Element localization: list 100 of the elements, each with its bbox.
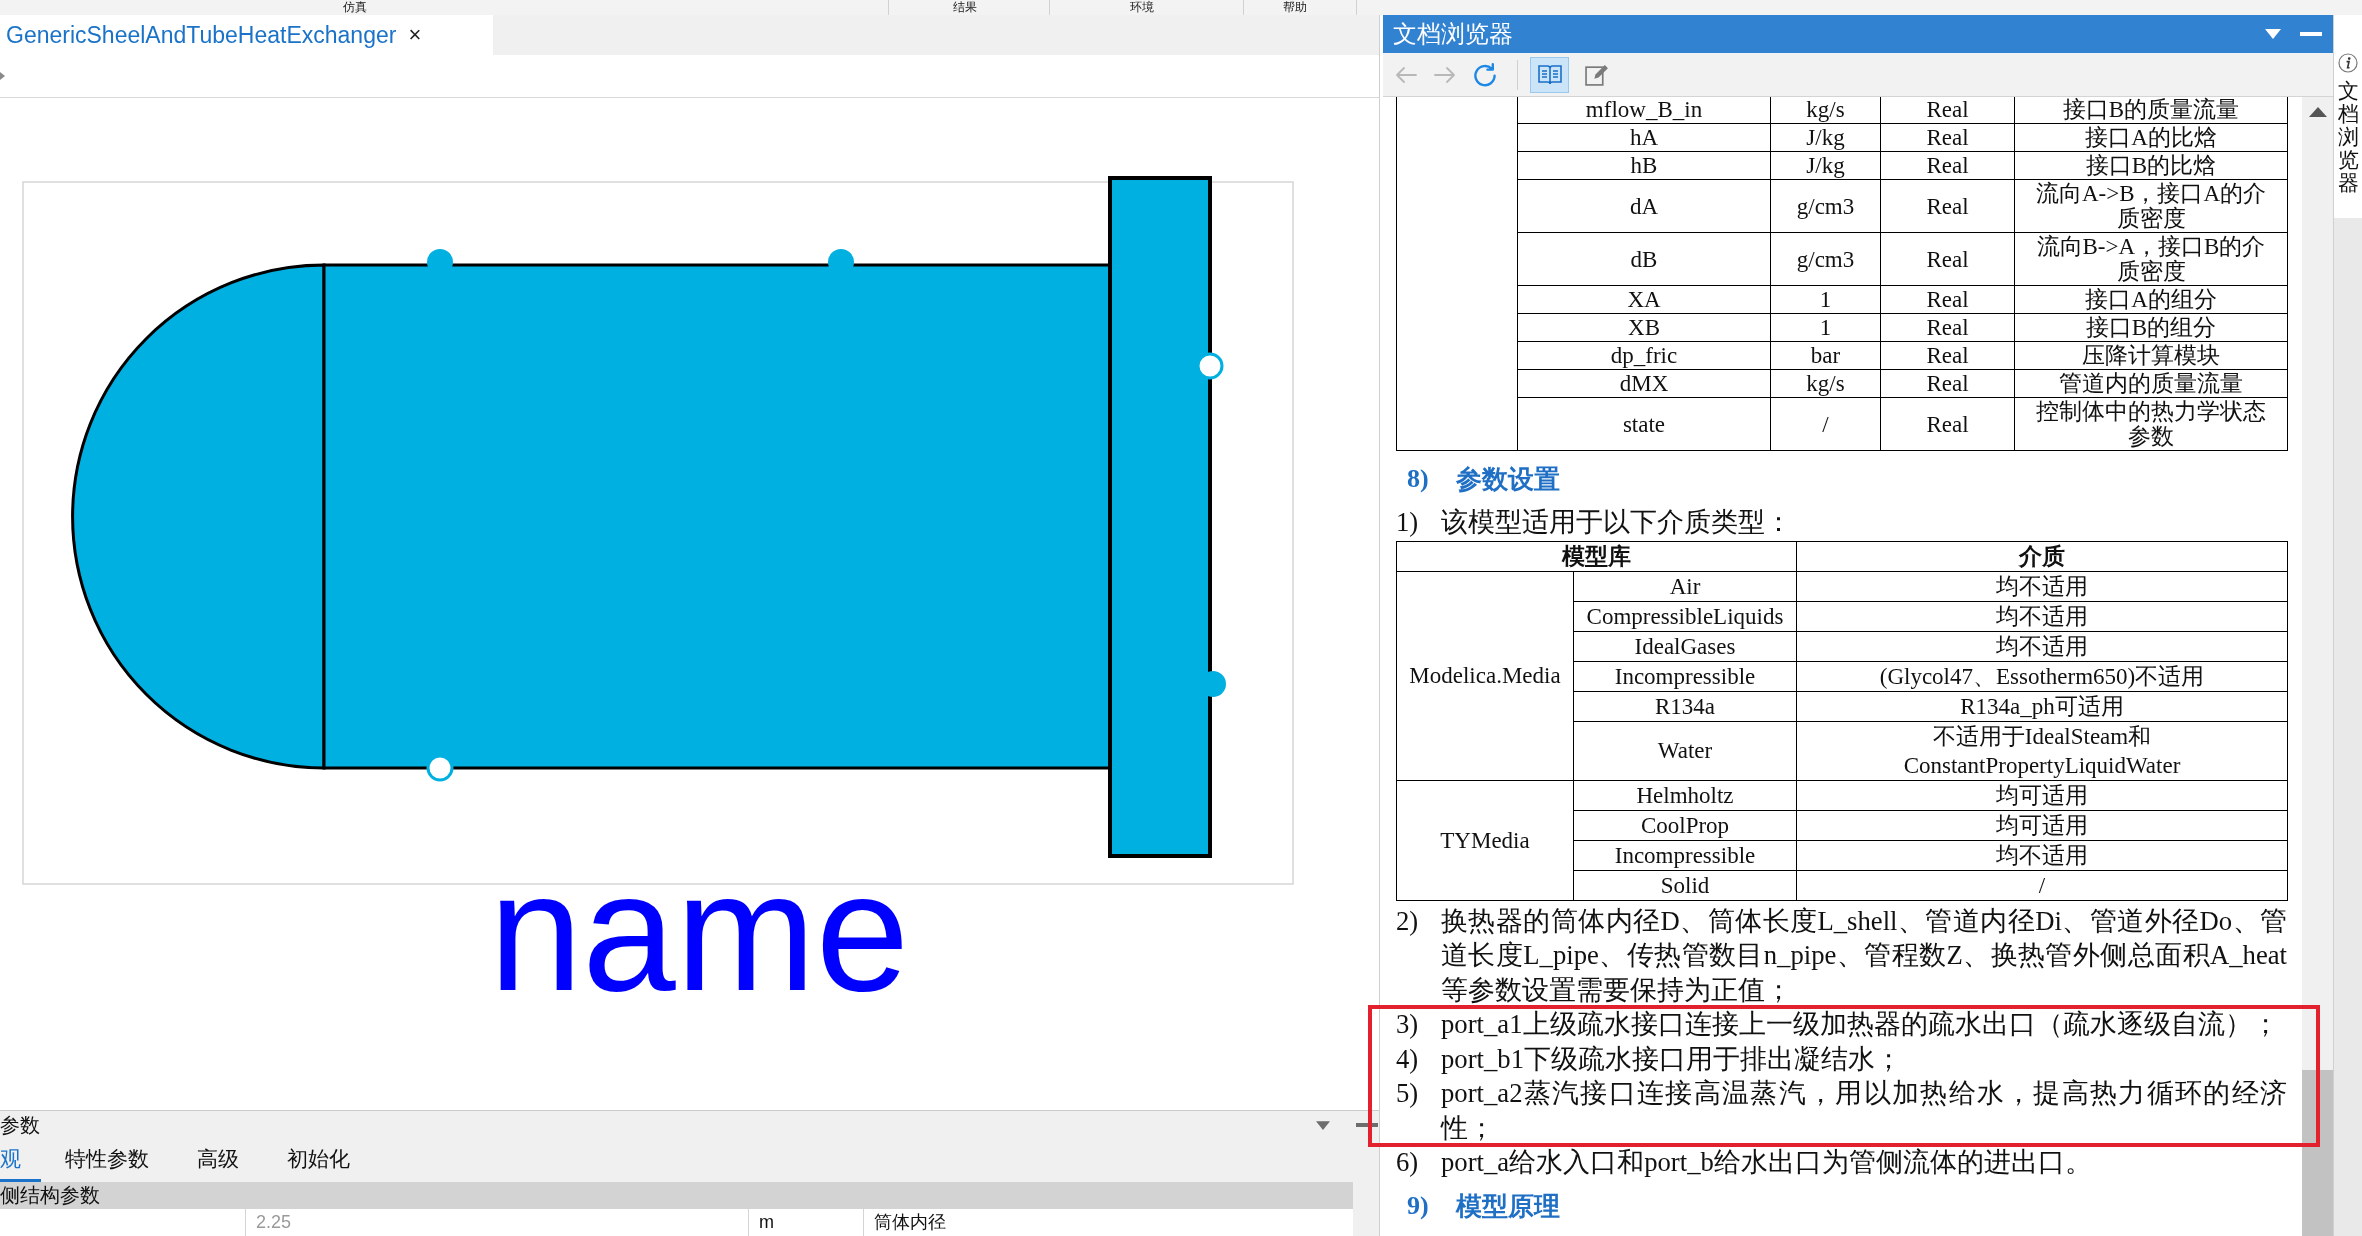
scroll-up-icon[interactable] <box>2308 107 2327 117</box>
table-cell: 接口B的质量流量 <box>2014 97 2288 124</box>
table-cell: kg/s <box>1770 97 1881 124</box>
refresh-icon[interactable] <box>1473 62 1497 87</box>
scrollbar-thumb[interactable] <box>2302 1070 2333 1236</box>
table-cell: Real <box>1880 123 2015 152</box>
table-cell: 控制体中的热力学状态参数 <box>2014 397 2288 451</box>
table-cell: Real <box>1880 179 2015 233</box>
table-cell: 1 <box>1770 285 1881 314</box>
editor-tab[interactable]: GenericSheelAndTubeHeatExchanger × <box>0 15 493 55</box>
table-cell: 1 <box>1770 313 1881 342</box>
list-item-text: port_a给水入口和port_b给水出口为管侧流体的进出口。 <box>1441 1146 2093 1179</box>
table-cell: CompressibleLiquids <box>1573 601 1797 631</box>
table-cell: dMX <box>1517 369 1771 398</box>
table-cell: Incompressible <box>1573 840 1797 870</box>
table-cell: g/cm3 <box>1770 179 1881 233</box>
table-cell: Water <box>1573 721 1797 780</box>
table-header: 模型库 <box>1396 541 1797 571</box>
table-cell: 不适用于IdealSteam和ConstantPropertyLiquidWater <box>1796 721 2288 780</box>
table-cell: Real <box>1880 151 2015 180</box>
table-cell: 压降计算模块 <box>2014 341 2288 370</box>
section-number: 8) <box>1407 463 1430 495</box>
list-item-text: port_a1上级疏水接口连接上一级加热器的疏水出口（疏水逐级自流）； <box>1441 1008 2280 1041</box>
list-number: 6) <box>1396 1146 1420 1179</box>
table-cell: 筒体内径 <box>863 1209 1353 1236</box>
group-header: 侧结构参数 <box>0 1182 1353 1209</box>
table-cell: dB <box>1517 232 1771 286</box>
list-item-text: port_b1下级疏水接口用于排出凝结水； <box>1441 1042 1904 1076</box>
table-cell: IdealGases <box>1573 631 1797 661</box>
table-cell: kg/s <box>1770 369 1881 398</box>
menu-item[interactable]: 结果 <box>935 0 995 15</box>
section-heading: 参数设置 <box>1456 463 1560 496</box>
table-cell: J/kg <box>1770 151 1881 180</box>
dropdown-icon[interactable] <box>2265 29 2281 39</box>
param-tab[interactable]: 特性参数 <box>41 1139 173 1182</box>
dropdown-icon[interactable] <box>1316 1120 1330 1130</box>
table-cell: Incompressible <box>1573 661 1797 691</box>
table-cell: 均可适用 <box>1796 780 2288 810</box>
menu-item[interactable]: 帮助 <box>1265 0 1325 15</box>
table-cell: 接口A的组分 <box>2014 285 2288 314</box>
param-tab[interactable]: 初始化 <box>263 1139 374 1182</box>
table-cell: m <box>748 1209 863 1236</box>
table-cell: hB <box>1517 151 1771 180</box>
table-cell: / <box>1796 870 2288 900</box>
table-cell: R134a <box>1573 691 1797 721</box>
table-cell: 流向B->A，接口B的介质密度 <box>2014 232 2288 286</box>
table-cell: R134a_ph可适用 <box>1796 691 2288 721</box>
table-cell: (Glycol47、Essotherm650)不适用 <box>1796 661 2288 691</box>
table-cell: TYMedia <box>1396 780 1574 900</box>
list-number: 3) <box>1396 1008 1420 1041</box>
table-cell: 管道内的质量流量 <box>2014 369 2288 398</box>
table-cell: Real <box>1880 397 2015 451</box>
edit-icon <box>1584 63 1609 86</box>
panel-title: 文档浏览器 <box>1393 19 1513 49</box>
table-cell: Real <box>1880 369 2015 398</box>
list-number: 4) <box>1396 1042 1420 1076</box>
table-cell: Modelica.Media <box>1396 571 1574 780</box>
table-cell: / <box>1770 397 1881 451</box>
section-number: 9) <box>1407 1189 1430 1222</box>
table-cell: 均不适用 <box>1796 840 2288 870</box>
table-cell: 接口A的比焓 <box>2014 123 2288 152</box>
list-item-text: 该模型适用于以下介质类型： <box>1441 506 1793 539</box>
table-cell: g/cm3 <box>1770 232 1881 286</box>
panel-title: 参数 <box>0 1112 40 1138</box>
menu-item[interactable]: 仿真 <box>325 0 385 15</box>
table-cell: 接口B的比焓 <box>2014 151 2288 180</box>
expand-arrow-icon[interactable] <box>0 71 6 81</box>
table-cell: 流向A->B，接口A的介质密度 <box>2014 179 2288 233</box>
table-cell: bar <box>1770 341 1881 370</box>
table-cell: dA <box>1517 179 1771 233</box>
table-cell: dp_fric <box>1517 341 1771 370</box>
table-cell: 均不适用 <box>1796 601 2288 631</box>
table-cell: CoolProp <box>1573 810 1797 840</box>
list-number: 2) <box>1396 904 1420 938</box>
table-cell: Real <box>1880 285 2015 314</box>
section-heading: 模型原理 <box>1456 1189 1560 1223</box>
reading-view-button[interactable] <box>1530 56 1569 93</box>
table-cell: state <box>1517 397 1771 451</box>
table-cell: hA <box>1517 123 1771 152</box>
table-cell: Real <box>1880 232 2015 286</box>
table-cell: 接口B的组分 <box>2014 313 2288 342</box>
menu-item[interactable]: 环境 <box>1112 0 1172 15</box>
table-cell: mflow_B_in <box>1517 97 1771 124</box>
list-number: 5) <box>1396 1077 1420 1110</box>
table-cell: Real <box>1880 341 2015 370</box>
close-button[interactable]: × <box>408 22 422 48</box>
table-cell: 均不适用 <box>1796 571 2288 601</box>
list-number: 1) <box>1396 506 1420 539</box>
table-cell: Real <box>1880 313 2015 342</box>
param-tab[interactable]: 高级 <box>173 1139 263 1182</box>
side-panel-tab[interactable]: 文档浏览器 <box>2334 15 2362 218</box>
table-cell: Real <box>1880 97 2015 124</box>
table-cell: 2.25 <box>245 1209 748 1236</box>
table-cell: Air <box>1573 571 1797 601</box>
table-cell: Solid <box>1573 870 1797 900</box>
table-cell: J/kg <box>1770 123 1881 152</box>
table-cell: XA <box>1517 285 1771 314</box>
component-name-label: name <box>488 838 910 1026</box>
table-cell: 均不适用 <box>1796 631 2288 661</box>
table-cell: XB <box>1517 313 1771 342</box>
